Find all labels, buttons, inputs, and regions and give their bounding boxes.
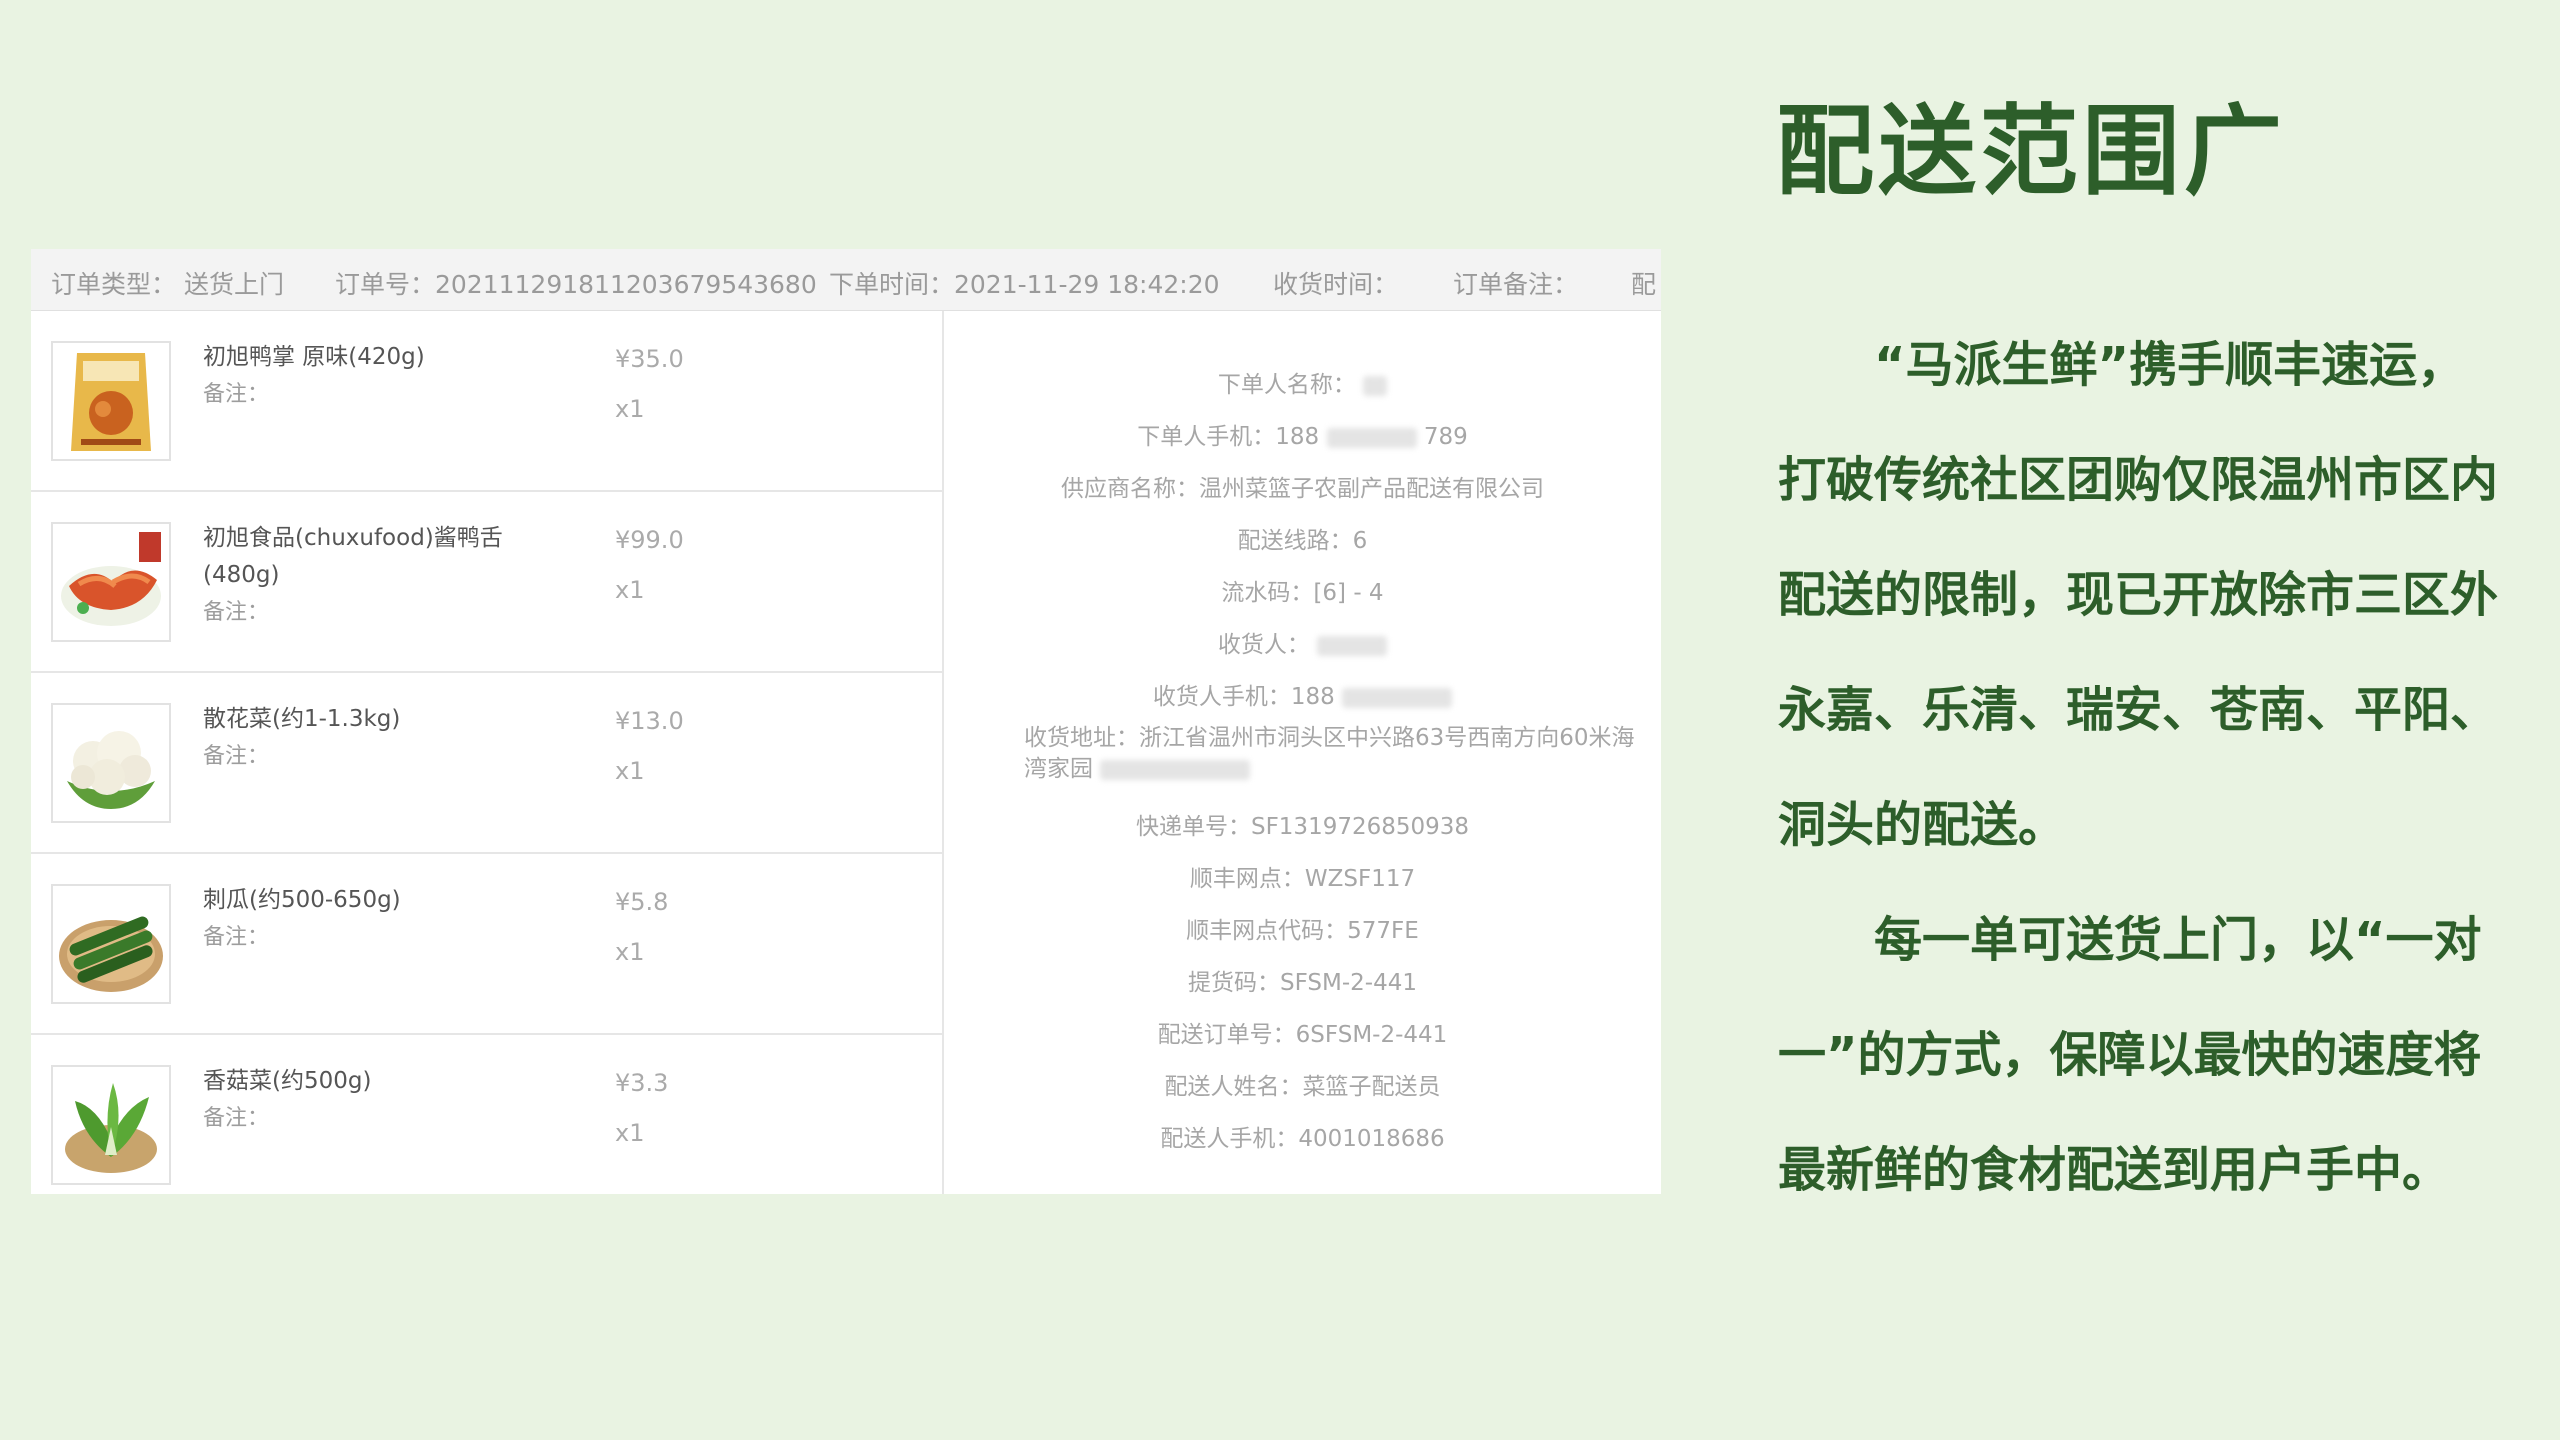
buyer-phone-label: 下单人手机：188 bbox=[1137, 424, 1320, 450]
redacted-receiver-name bbox=[1317, 635, 1388, 656]
list-item[interactable]: 刺瓜(约500-650g) 备注： ¥5.8 x1 bbox=[31, 854, 942, 1035]
delivery-order-number: 配送订单号：6SFSM-2-441 bbox=[1157, 1022, 1448, 1048]
list-item[interactable]: 初旭鸭掌 原味(420g) 备注： ¥35.0 x1 bbox=[31, 311, 942, 492]
order-header: 订单类型： 送货上门 订单号：202111291811203679543680 … bbox=[31, 249, 1661, 311]
sf-site-code: 顺丰网点代码：577FE bbox=[1186, 918, 1419, 944]
buyer-name-row: 下单人名称： bbox=[944, 365, 1661, 399]
express-number: 快递单号：SF1319726850938 bbox=[1135, 814, 1470, 840]
slide: 订单类型： 送货上门 订单号：202111291811203679543680 … bbox=[0, 0, 2560, 1440]
pickup-code: 提货码：SFSM-2-441 bbox=[1187, 970, 1417, 996]
item-name: 香菇菜(约500g) bbox=[203, 1068, 372, 1094]
delivery-route: 配送线路：6 bbox=[1237, 528, 1368, 554]
order-type: 订单类型： 送货上门 bbox=[51, 270, 284, 299]
item-quantity: x1 bbox=[615, 1119, 645, 1147]
cucumber-icon bbox=[51, 884, 171, 1004]
item-note: 备注： bbox=[203, 925, 270, 950]
duck-feet-package-icon bbox=[51, 341, 171, 461]
item-price: ¥35.0 bbox=[615, 345, 684, 373]
redacted-buyer-phone bbox=[1326, 427, 1417, 448]
order-detail-panel: 订单类型： 送货上门 订单号：202111291811203679543680 … bbox=[31, 249, 1661, 1194]
paragraph: “马派生鲜”携手顺丰速运，打破传统社区团购仅限温州市区内配送的限制，现已开放除市… bbox=[1778, 337, 2499, 853]
bok-choy-icon bbox=[51, 1065, 171, 1185]
item-note: 备注： bbox=[203, 744, 270, 769]
header-truncated-label: 配 bbox=[1631, 270, 1657, 299]
list-item[interactable]: 散花菜(约1-1.3kg) 备注： ¥13.0 x1 bbox=[31, 673, 942, 854]
receiver-phone-row: 收货人手机：188 bbox=[944, 677, 1661, 711]
item-quantity: x1 bbox=[615, 395, 645, 423]
item-quantity: x1 bbox=[615, 757, 645, 785]
slide-title: 配送范围广 bbox=[1776, 95, 2287, 209]
receiver-row: 收货人： bbox=[944, 625, 1661, 659]
item-price: ¥3.3 bbox=[615, 1069, 669, 1097]
cauliflower-icon bbox=[51, 703, 171, 823]
receiver-label: 收货人： bbox=[1217, 632, 1310, 658]
order-number: 订单号：202111291811203679543680 bbox=[335, 270, 817, 299]
item-list: 初旭鸭掌 原味(420g) 备注： ¥35.0 x1 初旭食品(chuxufoo… bbox=[31, 311, 944, 1194]
paragraph: 每一单可送货上门，以“一对一”的方式，保障以最快的速度将最新鲜的食材配送到用户手… bbox=[1778, 912, 2482, 1198]
list-item[interactable]: 香菇菜(约500g) 备注： ¥3.3 x1 bbox=[31, 1035, 942, 1194]
buyer-phone-row: 下单人手机：188 789 bbox=[944, 417, 1661, 451]
order-info: 下单人名称： 下单人手机：188 789 供应商名称：温州菜篮子农副产品配送有限… bbox=[944, 311, 1661, 1194]
serial-code: 流水码：[6] - 4 bbox=[1221, 580, 1384, 606]
list-item[interactable]: 初旭食品(chuxufood)酱鸭舌(480g) 备注： ¥99.0 x1 bbox=[31, 492, 942, 673]
item-note: 备注： bbox=[203, 600, 270, 625]
item-note: 备注： bbox=[203, 382, 270, 407]
supplier-name: 供应商名称：温州菜篮子农副产品配送有限公司 bbox=[1061, 476, 1544, 502]
item-name: 刺瓜(约500-650g) bbox=[203, 887, 401, 913]
receiver-phone-label: 收货人手机：188 bbox=[1152, 684, 1335, 710]
item-name: 初旭鸭掌 原味(420g) bbox=[203, 344, 425, 370]
buyer-name-label: 下单人名称： bbox=[1217, 372, 1356, 398]
item-price: ¥5.8 bbox=[615, 888, 669, 916]
item-name: 散花菜(约1-1.3kg) bbox=[203, 706, 401, 732]
item-price: ¥13.0 bbox=[615, 707, 684, 735]
item-price: ¥99.0 bbox=[615, 526, 684, 554]
receive-time: 收货时间： bbox=[1273, 270, 1399, 299]
duck-tongue-plate-icon bbox=[51, 522, 171, 642]
order-time: 下单时间：2021-11-29 18:42:20 bbox=[829, 270, 1220, 299]
redacted-buyer-name bbox=[1363, 375, 1388, 396]
item-quantity: x1 bbox=[615, 938, 645, 966]
courier-phone: 配送人手机：4001018686 bbox=[1160, 1126, 1445, 1152]
item-note: 备注： bbox=[203, 1106, 270, 1131]
item-quantity: x1 bbox=[615, 576, 645, 604]
address-row: 收货地址：浙江省温州市洞头区中兴路63号西南方向60米海湾家园 bbox=[1024, 723, 1644, 785]
redacted-receiver-phone bbox=[1342, 687, 1453, 708]
buyer-phone-tail: 789 bbox=[1423, 424, 1468, 450]
slide-body: “马派生鲜”携手顺丰速运，打破传统社区团购仅限温州市区内配送的限制，现已开放除市… bbox=[1778, 308, 2498, 1228]
courier-name: 配送人姓名：菜篮子配送员 bbox=[1164, 1074, 1441, 1100]
order-remark: 订单备注： bbox=[1453, 270, 1579, 299]
redacted-address bbox=[1100, 759, 1251, 780]
sf-site: 顺丰网点：WZSF117 bbox=[1189, 866, 1416, 892]
item-name: 初旭食品(chuxufood)酱鸭舌(480g) bbox=[203, 525, 503, 588]
